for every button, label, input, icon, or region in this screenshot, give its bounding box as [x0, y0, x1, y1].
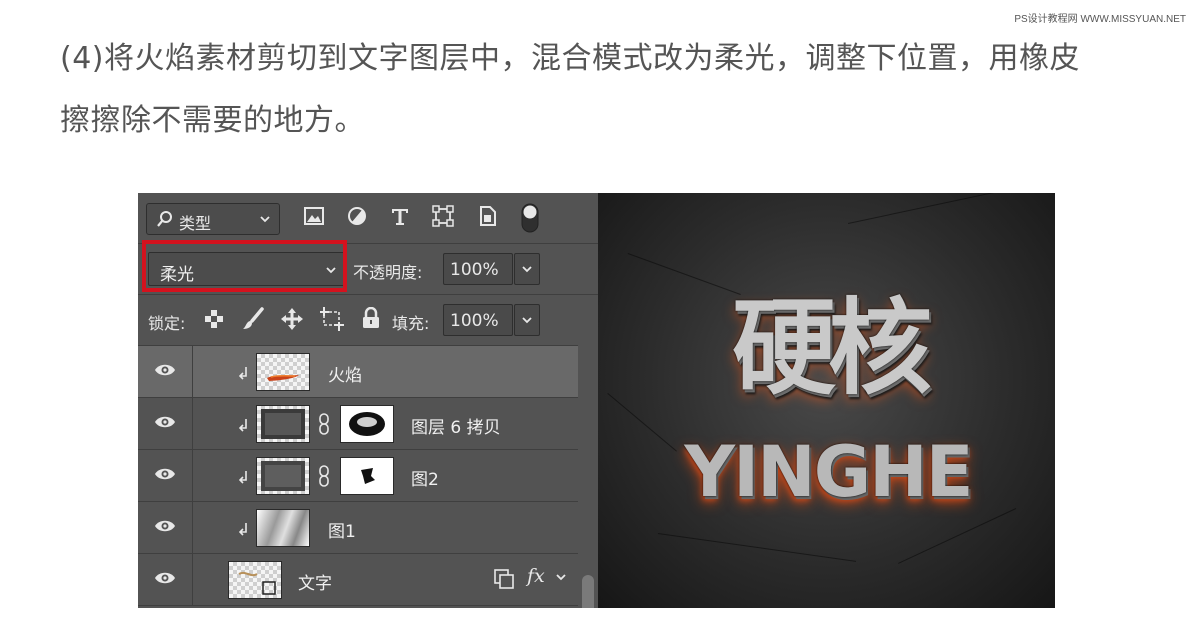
fill-input[interactable]: 100%: [443, 304, 513, 336]
layer-thumbnail-metal: [256, 509, 310, 547]
layer-name: 文字: [298, 574, 332, 594]
lock-all-icon[interactable]: [361, 306, 381, 333]
lock-position-icon[interactable]: [280, 307, 304, 335]
scrollbar-thumb[interactable]: [582, 575, 594, 608]
layer-row-fire[interactable]: 火焰: [138, 346, 578, 398]
chevron-down-icon[interactable]: [555, 571, 567, 585]
layer-row-layer6-copy[interactable]: 图层 6 拷贝: [138, 398, 578, 450]
lock-fill-row: 锁定: 填充: 100%: [138, 295, 598, 346]
chevron-down-icon: [522, 266, 532, 273]
type-filter-icon[interactable]: [389, 205, 411, 231]
layer-mask-thumbnail[interactable]: [340, 405, 394, 443]
layer-row-image2[interactable]: 图2: [138, 450, 578, 502]
lock-image-pixels-icon[interactable]: [242, 307, 264, 335]
layer-name: 图1: [328, 522, 356, 542]
instruction-line-2: 擦擦除不需要的地方。: [60, 103, 365, 138]
artwork-main-text: 硬核: [731, 286, 932, 409]
blend-opacity-row: 柔光 不透明度: 100%: [138, 244, 598, 295]
smart-object-badge-icon: [494, 569, 514, 589]
blend-mode-select[interactable]: 柔光: [148, 252, 346, 286]
layer-thumbnail-text: [228, 561, 282, 599]
fill-value: 100%: [450, 311, 499, 331]
link-icon[interactable]: [318, 413, 330, 435]
lock-artboard-icon[interactable]: [319, 306, 345, 336]
visibility-toggle[interactable]: [138, 398, 193, 449]
eye-icon: [155, 416, 175, 428]
layer-effects-icon[interactable]: fx: [527, 565, 545, 587]
clipping-arrow-icon: [239, 471, 247, 484]
clipping-arrow-icon: [239, 523, 247, 536]
artwork-preview: 硬核 YINGHE: [598, 193, 1055, 608]
chevron-down-icon: [259, 211, 271, 230]
filter-toggle-icon[interactable]: [521, 203, 539, 237]
link-icon[interactable]: [318, 465, 330, 487]
layer-name: 火焰: [328, 366, 362, 386]
chevron-down-icon: [522, 317, 532, 324]
opacity-value: 100%: [450, 260, 499, 280]
layer-thumbnail-texture: [256, 405, 310, 443]
eye-icon: [155, 572, 175, 584]
eye-icon: [155, 364, 175, 376]
search-icon: [157, 210, 173, 232]
fill-dropdown-button[interactable]: [514, 304, 540, 336]
adjustment-filter-icon[interactable]: [346, 205, 368, 231]
layer-name: 图层 6 拷贝: [411, 418, 501, 438]
image-filter-icon[interactable]: [303, 205, 325, 231]
shape-filter-icon[interactable]: [432, 205, 454, 231]
watermark: PS设计教程网 WWW.MISSYUAN.NET: [1014, 14, 1186, 25]
layer-filter-label: 类型: [179, 214, 212, 233]
smart-object-filter-icon[interactable]: [476, 205, 498, 231]
lock-transparent-pixels-icon[interactable]: [204, 309, 224, 333]
layer-thumbnail-texture: [256, 457, 310, 495]
layer-filter-toolbar: 类型: [138, 193, 598, 244]
fill-label: 填充:: [392, 314, 430, 333]
eye-icon: [155, 468, 175, 480]
instruction-line-1: (4)将火焰素材剪切到文字图层中，混合模式改为柔光，调整下位置，用橡皮: [60, 41, 1080, 76]
blend-mode-value: 柔光: [160, 265, 194, 285]
instruction-text: (4)将火焰素材剪切到文字图层中，混合模式改为柔光，调整下位置，用橡皮 擦擦除不…: [60, 28, 1160, 152]
clipping-arrow-icon: [239, 367, 247, 380]
visibility-toggle[interactable]: [138, 450, 193, 501]
visibility-toggle[interactable]: [138, 554, 193, 605]
layer-row-image1[interactable]: 图1: [138, 502, 578, 554]
layer-mask-thumbnail[interactable]: [340, 457, 394, 495]
opacity-input[interactable]: 100%: [443, 253, 513, 285]
layer-name: 图2: [411, 470, 439, 490]
opacity-label: 不透明度:: [353, 263, 423, 282]
layer-row-text[interactable]: 文字 fx: [138, 554, 578, 606]
eye-icon: [155, 520, 175, 532]
layers-scrollbar[interactable]: [578, 345, 598, 608]
layer-filter-select[interactable]: 类型: [146, 203, 280, 235]
clipping-arrow-icon: [239, 419, 247, 432]
lock-label: 锁定:: [148, 314, 186, 333]
artwork-sub-text: YINGHE: [684, 431, 973, 513]
layers-panel: 类型 柔光 不透明度: 100% 锁定: 填充: 100% 火焰 图层 6 拷贝…: [138, 193, 598, 608]
opacity-dropdown-button[interactable]: [514, 253, 540, 285]
visibility-toggle[interactable]: [138, 502, 193, 553]
layer-thumbnail-fire: [256, 353, 310, 391]
visibility-toggle[interactable]: [138, 346, 193, 397]
chevron-down-icon: [325, 262, 337, 281]
